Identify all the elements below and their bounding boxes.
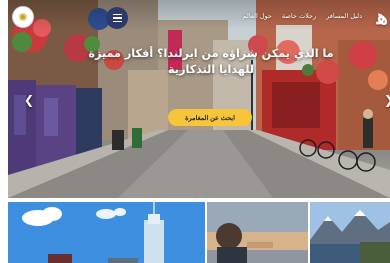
brand-logo[interactable]: ﻫ <box>377 4 388 29</box>
menu-button[interactable] <box>106 7 128 29</box>
chevron-left-icon[interactable]: ❮ <box>22 93 36 107</box>
top-navigation: ✺ حول العالم رحلات خاصة دليل المسافر ﻫ <box>8 0 390 30</box>
chevron-right-icon[interactable]: ❯ <box>382 93 390 107</box>
menu-icon-line <box>112 20 122 23</box>
nav-link-special-trips[interactable]: رحلات خاصة <box>282 12 316 20</box>
page: ✺ حول العالم رحلات خاصة دليل المسافر ﻫ م… <box>0 0 390 263</box>
destination-card-sunset[interactable] <box>207 202 308 263</box>
city-tower-image <box>8 202 205 263</box>
sun-icon: ✺ <box>18 10 28 24</box>
menu-icon-line <box>112 17 122 19</box>
sunset-person-image <box>207 202 308 263</box>
find-adventure-button[interactable]: ابحث عن المغامرة <box>168 109 252 126</box>
destination-cards <box>8 202 390 263</box>
destination-card-mountains[interactable] <box>310 202 390 263</box>
menu-icon-line <box>112 13 122 16</box>
mountain-lake-image <box>310 202 390 263</box>
nav-link-travel-guide[interactable]: دليل المسافر <box>326 12 362 20</box>
site-logo-button[interactable]: ✺ <box>12 6 34 28</box>
hero-headline: ما الذي يمكن شراؤه من ايرلندا؟ أفكار ممي… <box>88 47 334 76</box>
nav-links: حول العالم رحلات خاصة دليل المسافر <box>243 12 362 20</box>
nav-link-around-world[interactable]: حول العالم <box>243 12 272 20</box>
destination-card-city[interactable] <box>8 202 205 263</box>
hero-banner: ✺ حول العالم رحلات خاصة دليل المسافر ﻫ م… <box>8 0 390 198</box>
